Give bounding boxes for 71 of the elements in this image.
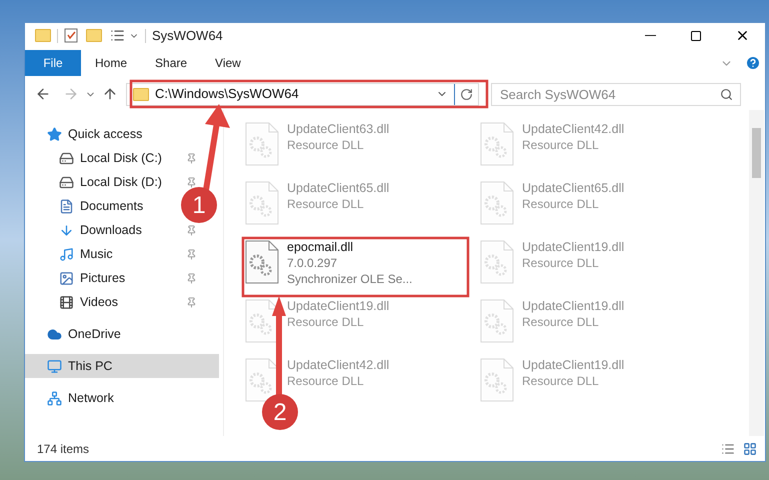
settings-file-icon xyxy=(245,122,279,166)
nav-label[interactable]: Quick access xyxy=(68,124,142,144)
nav-label[interactable]: Videos xyxy=(80,292,118,312)
refresh-icon[interactable] xyxy=(460,88,473,100)
settings-file-icon xyxy=(245,299,279,343)
file-tab[interactable]: File xyxy=(25,50,81,76)
settings-file-icon xyxy=(480,358,514,402)
ribbon-tab[interactable]: Share xyxy=(141,50,202,76)
drive-icon xyxy=(59,174,74,190)
settings-file-icon xyxy=(480,240,514,284)
file-detail: Resource DLL xyxy=(287,137,364,153)
view-list-icon[interactable] xyxy=(110,28,125,43)
file-detail: Resource DLL xyxy=(522,255,599,271)
file-detail: Synchronizer OLE Se... xyxy=(287,271,412,287)
star-icon xyxy=(47,126,62,142)
address-path: C:\Windows\SysWOW64 xyxy=(155,85,299,104)
file-detail: Resource DLL xyxy=(522,314,599,330)
film-icon xyxy=(59,294,74,310)
item-count: 174 items xyxy=(37,440,90,458)
settings-file-icon xyxy=(245,240,279,284)
search-icon xyxy=(720,88,733,100)
ribbon-tab[interactable]: Home xyxy=(81,50,142,76)
file-detail: Resource DLL xyxy=(522,373,599,389)
up-icon[interactable] xyxy=(102,86,118,102)
picture-icon xyxy=(59,270,74,286)
help-icon[interactable] xyxy=(745,55,761,71)
nav-label[interactable]: Music xyxy=(80,244,113,264)
file-detail: 7.0.0.297 xyxy=(287,255,338,271)
file-detail: Resource DLL xyxy=(287,373,364,389)
nav-label[interactable]: Downloads xyxy=(80,220,142,240)
search-field[interactable]: Search SysWOW64 xyxy=(491,82,741,106)
nav-label[interactable]: This PC xyxy=(68,356,112,376)
settings-file-icon xyxy=(480,181,514,225)
music-note-icon xyxy=(59,246,74,262)
nav-label[interactable]: Network xyxy=(68,388,114,408)
step-badge: 2 xyxy=(262,394,298,430)
properties-icon xyxy=(64,28,78,43)
file-detail: Resource DLL xyxy=(522,196,599,212)
monitor-icon xyxy=(47,358,62,374)
back-icon[interactable] xyxy=(35,86,51,102)
maximize-icon xyxy=(690,30,702,42)
folder-icon xyxy=(35,29,51,42)
address-field[interactable]: C:\Windows\SysWOW64 xyxy=(126,82,479,106)
cloud-icon xyxy=(47,326,62,342)
settings-file-icon xyxy=(245,181,279,225)
nav-item[interactable]: This PC xyxy=(25,354,219,378)
drive-icon xyxy=(59,150,74,166)
file-name[interactable]: epocmail.dll xyxy=(287,240,354,255)
file-detail: Resource DLL xyxy=(287,314,364,330)
folder-icon xyxy=(133,88,149,100)
window-title: SysWOW64 xyxy=(152,26,223,45)
file-detail: Resource DLL xyxy=(522,137,599,153)
document-icon xyxy=(59,198,74,214)
network-icon xyxy=(47,390,62,406)
details-view-icon[interactable] xyxy=(721,442,735,456)
settings-file-icon xyxy=(480,122,514,166)
down-arrow-icon xyxy=(59,222,74,238)
file-detail: Resource DLL xyxy=(287,196,364,212)
nav-label[interactable]: Local Disk (D:) xyxy=(80,172,162,192)
ribbon-tab[interactable]: View xyxy=(201,50,255,76)
new-folder-icon xyxy=(86,29,102,42)
scrollbar[interactable] xyxy=(749,110,764,436)
nav-label[interactable]: Documents xyxy=(80,196,144,216)
nav-label[interactable]: Pictures xyxy=(80,268,126,288)
nav-label[interactable]: OneDrive xyxy=(68,324,121,344)
large-icons-view-icon[interactable] xyxy=(743,442,757,456)
minimize-icon xyxy=(644,34,656,36)
settings-file-icon xyxy=(245,358,279,402)
nav-label[interactable]: Local Disk (C:) xyxy=(80,148,162,168)
settings-file-icon xyxy=(480,299,514,343)
step-badge: 1 xyxy=(181,187,217,223)
